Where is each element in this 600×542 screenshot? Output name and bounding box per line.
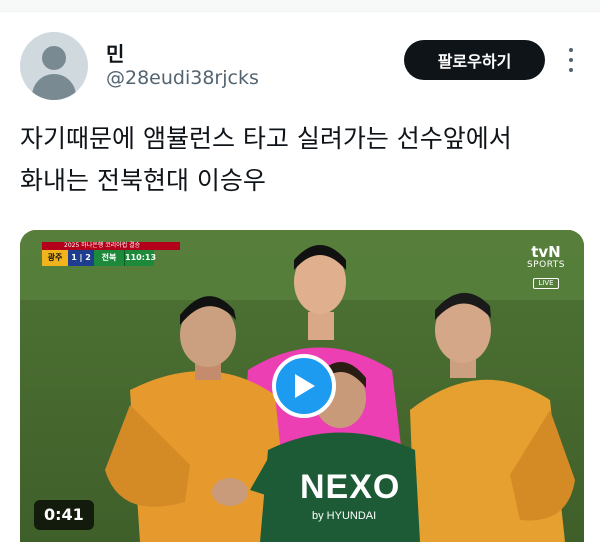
tweet-text-line: 화내는 전북현대 이승우 — [20, 166, 266, 195]
play-button[interactable] — [272, 354, 336, 418]
scoreboard-team1: 광주 — [42, 250, 68, 266]
scoreboard-time: 110:13 — [124, 250, 156, 266]
scoreboard-header: 2025 하나은행 코리아컵 결승 — [42, 242, 180, 250]
play-icon — [295, 374, 315, 398]
live-badge: LIVE — [533, 278, 559, 289]
scoreboard-score: 1 | 2 — [68, 250, 94, 266]
follow-button[interactable]: 팔로우하기 — [404, 40, 545, 80]
tweet-text-line: 자기때문에 앰뷸런스 타고 실려가는 선수앞에서 — [20, 124, 512, 153]
broadcaster-sub: SPORTS — [526, 260, 566, 270]
jersey-sponsor: NEXO — [300, 468, 401, 506]
tweet-text: 자기때문에 앰뷸런스 타고 실려가는 선수앞에서 화내는 전북현대 이승우 — [20, 118, 580, 202]
author-handle[interactable]: @28eudi38rjcks — [106, 67, 259, 89]
top-divider — [0, 0, 600, 12]
video-duration: 0:41 — [34, 500, 94, 530]
avatar-body-shape — [32, 74, 76, 100]
author-name[interactable]: 민 — [106, 38, 124, 67]
broadcaster-logo: tvN SPORTS LIVE — [520, 244, 572, 289]
scoreboard-team2: 전북 — [94, 250, 124, 266]
avatar-head-shape — [42, 46, 66, 70]
more-vertical-icon[interactable] — [566, 48, 576, 72]
scoreboard: 2025 하나은행 코리아컵 결승 광주 1 | 2 전북 110:13 — [42, 242, 180, 270]
video-player[interactable]: 2025 하나은행 코리아컵 결승 광주 1 | 2 전북 110:13 tvN… — [20, 230, 584, 542]
avatar[interactable] — [20, 32, 88, 100]
broadcaster-name: tvN — [531, 243, 561, 261]
jersey-sponsor-sub: by HYUNDAI — [312, 510, 377, 522]
